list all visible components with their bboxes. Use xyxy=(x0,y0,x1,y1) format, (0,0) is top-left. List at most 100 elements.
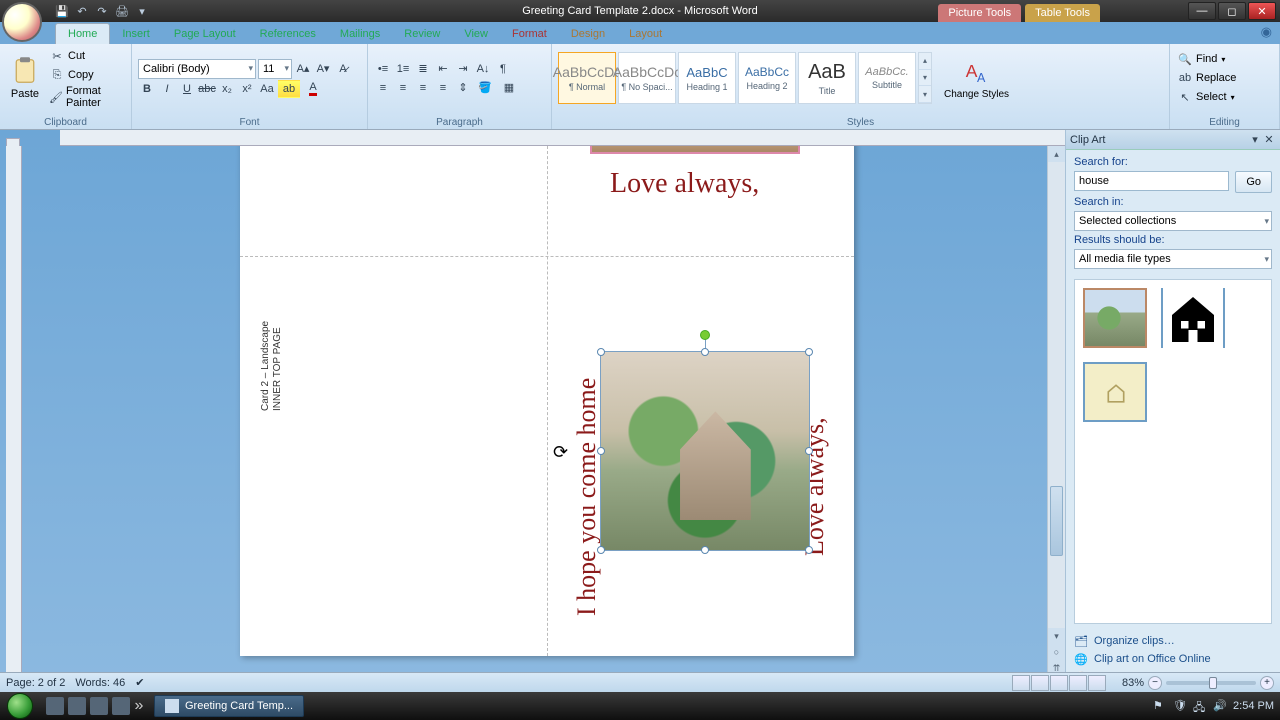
copy-button[interactable]: ⎘Copy xyxy=(48,66,125,84)
save-icon[interactable]: 💾 xyxy=(55,4,69,18)
minimize-button[interactable]: — xyxy=(1188,2,1216,20)
tab-mailings[interactable]: Mailings xyxy=(328,24,392,44)
go-button[interactable]: Go xyxy=(1235,171,1272,193)
borders-icon[interactable]: ▦ xyxy=(498,79,520,97)
change-case-button[interactable]: Aa xyxy=(258,80,276,98)
inc-indent-icon[interactable]: ⇥ xyxy=(454,60,472,78)
browse-object-icon[interactable]: ○ xyxy=(1048,644,1065,660)
scroll-down-icon[interactable]: ▾ xyxy=(1048,628,1065,644)
align-center-icon[interactable]: ≡ xyxy=(394,79,412,97)
styles-gallery-scroll[interactable]: ▴▾▾ xyxy=(918,52,932,104)
tab-layout[interactable]: Layout xyxy=(617,24,674,44)
italic-button[interactable]: I xyxy=(158,80,176,98)
horizontal-ruler[interactable] xyxy=(60,130,1065,146)
underline-button[interactable]: U xyxy=(178,80,196,98)
zoom-in-button[interactable]: + xyxy=(1260,676,1274,690)
style-no-spacing[interactable]: AaBbCcDc¶ No Spaci... xyxy=(618,52,676,104)
highlight-button[interactable]: ab xyxy=(278,80,300,98)
show-marks-icon[interactable]: ¶ xyxy=(494,60,512,78)
results-type-combo[interactable]: All media file types xyxy=(1074,249,1272,269)
zoom-out-button[interactable]: − xyxy=(1148,676,1162,690)
status-proof-icon[interactable]: ✔ xyxy=(135,676,144,689)
view-outline[interactable] xyxy=(1069,675,1087,691)
view-print-layout[interactable] xyxy=(1012,675,1030,691)
find-button[interactable]: 🔍Find▾ xyxy=(1176,50,1273,68)
format-painter-button[interactable]: 🖌Format Painter xyxy=(48,85,125,109)
style-title[interactable]: AaBTitle xyxy=(798,52,856,104)
zoom-slider[interactable] xyxy=(1166,681,1256,685)
document-page[interactable]: Love always, Card 2 – Landscape INNER TO… xyxy=(240,146,854,656)
zoom-slider-handle[interactable] xyxy=(1209,677,1217,689)
scroll-thumb[interactable] xyxy=(1050,486,1063,556)
sort-icon[interactable]: A↓ xyxy=(474,60,492,78)
bullets-icon[interactable]: •≡ xyxy=(374,60,392,78)
shading-icon[interactable]: 🪣 xyxy=(474,79,496,97)
cut-button[interactable]: ✂Cut xyxy=(48,47,125,65)
clip-result-1[interactable]: ▾ xyxy=(1083,288,1147,348)
font-family-combo[interactable]: Calibri (Body) xyxy=(138,59,256,79)
search-in-combo[interactable]: Selected collections xyxy=(1074,211,1272,231)
resize-handle-se[interactable] xyxy=(805,546,813,554)
clear-format-icon[interactable]: A̷ xyxy=(334,60,352,78)
shrink-font-icon[interactable]: A▾ xyxy=(314,60,332,78)
search-input[interactable] xyxy=(1074,171,1229,191)
font-size-combo[interactable]: 11 xyxy=(258,59,292,79)
tray-clock[interactable]: 2:54 PM xyxy=(1233,700,1274,712)
pane-menu-icon[interactable]: ▾ xyxy=(1248,133,1262,146)
resize-handle-e[interactable] xyxy=(805,447,813,455)
justify-icon[interactable]: ≡ xyxy=(434,79,452,97)
view-web-layout[interactable] xyxy=(1050,675,1068,691)
status-words[interactable]: Words: 46 xyxy=(75,677,125,689)
tab-page-layout[interactable]: Page Layout xyxy=(162,24,248,44)
ql-icon-1[interactable] xyxy=(46,697,64,715)
dec-indent-icon[interactable]: ⇤ xyxy=(434,60,452,78)
taskbar-app-word[interactable]: Greeting Card Temp... xyxy=(154,695,304,717)
grow-font-icon[interactable]: A▴ xyxy=(294,60,312,78)
ql-icon-4[interactable] xyxy=(112,697,130,715)
rotate-handle[interactable] xyxy=(700,330,710,340)
bold-button[interactable]: B xyxy=(138,80,156,98)
tray-volume-icon[interactable]: 🔊 xyxy=(1213,699,1227,713)
clip-result-2[interactable] xyxy=(1161,288,1225,348)
change-styles-button[interactable]: AA Change Styles xyxy=(940,46,1013,110)
context-tab-table[interactable]: Table Tools xyxy=(1025,4,1100,22)
select-button[interactable]: ↖Select▾ xyxy=(1176,88,1273,106)
numbering-icon[interactable]: 1≡ xyxy=(394,60,412,78)
vertical-scrollbar[interactable]: ▴ ▾ ○ ⇈ ⇊ xyxy=(1047,146,1065,692)
start-button[interactable] xyxy=(0,692,40,720)
clipart-online-link[interactable]: 🌐Clip art on Office Online xyxy=(1074,652,1272,666)
tab-design[interactable]: Design xyxy=(559,24,617,44)
maximize-button[interactable]: ◻ xyxy=(1218,2,1246,20)
resize-handle-n[interactable] xyxy=(701,348,709,356)
line-spacing-icon[interactable]: ⇕ xyxy=(454,79,472,97)
selected-image[interactable] xyxy=(600,351,810,551)
superscript-button[interactable]: x² xyxy=(238,80,256,98)
organize-clips-link[interactable]: 🗂Organize clips… xyxy=(1074,634,1272,648)
help-icon[interactable]: ◉ xyxy=(1261,24,1272,40)
ql-icon-3[interactable] xyxy=(90,697,108,715)
font-color-button[interactable]: A xyxy=(302,80,324,98)
tray-icon-1[interactable]: ⚑ xyxy=(1153,699,1167,713)
pane-close-icon[interactable]: ✕ xyxy=(1262,133,1276,146)
print-icon[interactable]: 🖨 xyxy=(115,4,129,18)
replace-button[interactable]: abReplace xyxy=(1176,69,1273,87)
tab-view[interactable]: View xyxy=(452,24,500,44)
qat-more-icon[interactable]: ▾ xyxy=(135,4,149,18)
office-button[interactable] xyxy=(2,2,42,42)
ql-icon-2[interactable] xyxy=(68,697,86,715)
subscript-button[interactable]: x₂ xyxy=(218,80,236,98)
style-heading1[interactable]: AaBbCHeading 1 xyxy=(678,52,736,104)
strike-button[interactable]: abc xyxy=(198,80,216,98)
resize-handle-sw[interactable] xyxy=(597,546,605,554)
clip-result-3[interactable] xyxy=(1083,362,1147,422)
tab-references[interactable]: References xyxy=(248,24,328,44)
tab-review[interactable]: Review xyxy=(392,24,452,44)
multilevel-icon[interactable]: ≣ xyxy=(414,60,432,78)
ql-more-icon[interactable]: » xyxy=(134,697,144,715)
align-left-icon[interactable]: ≡ xyxy=(374,79,392,97)
resize-handle-s[interactable] xyxy=(701,546,709,554)
tab-home[interactable]: Home xyxy=(55,23,110,44)
tab-insert[interactable]: Insert xyxy=(110,24,162,44)
view-draft[interactable] xyxy=(1088,675,1106,691)
style-subtitle[interactable]: AaBbCc.Subtitle xyxy=(858,52,916,104)
